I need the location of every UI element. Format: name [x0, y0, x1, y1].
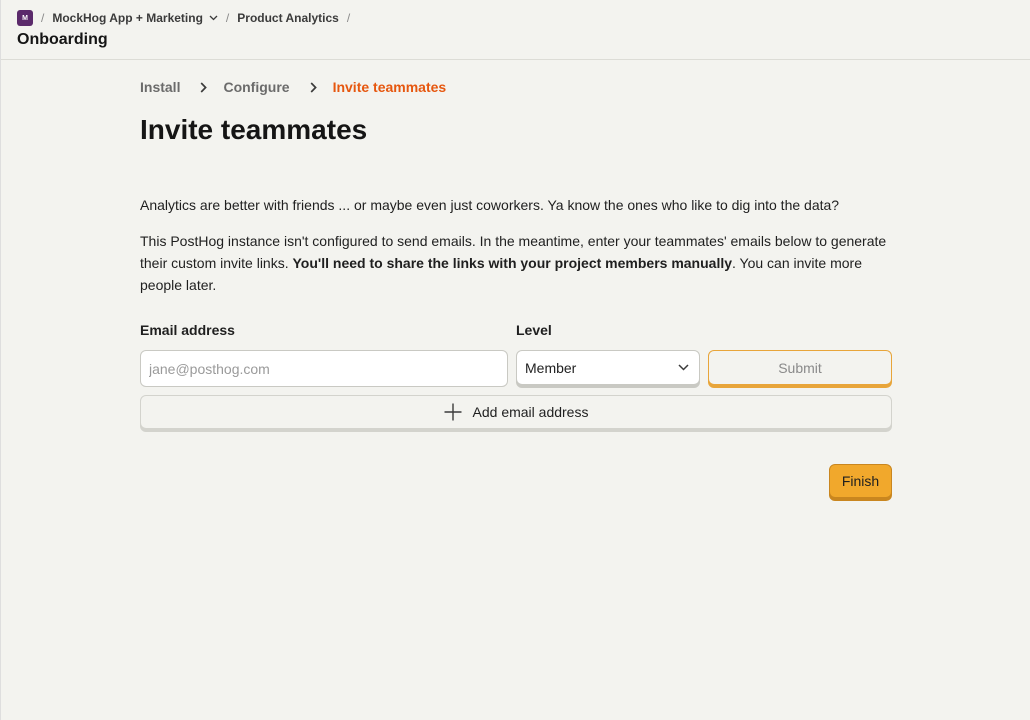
chevron-down-icon[interactable]: [209, 15, 218, 21]
email-label: Email address: [140, 322, 235, 338]
finish-button[interactable]: Finish: [829, 464, 892, 498]
level-value: Member: [525, 359, 577, 376]
breadcrumb-separator: /: [41, 11, 45, 25]
breadcrumb-separator: /: [225, 11, 230, 25]
step-configure[interactable]: Configure: [223, 79, 289, 95]
breadcrumb: M / MockHog App + Marketing / Product An…: [17, 10, 358, 26]
breadcrumb-section[interactable]: Product Analytics: [237, 11, 339, 25]
onboarding-steps: Install Configure Invite teammates: [140, 78, 446, 96]
org-avatar[interactable]: M: [17, 10, 33, 26]
submit-button[interactable]: Submit: [708, 350, 892, 385]
step-invite-teammates[interactable]: Invite teammates: [333, 79, 447, 95]
intro-text: Analytics are better with friends ... or…: [140, 197, 840, 213]
page-title: Onboarding: [17, 31, 108, 48]
breadcrumb-project-label[interactable]: MockHog App + Marketing: [52, 11, 203, 25]
breadcrumb-separator: /: [346, 11, 351, 25]
email-notice-bold: You'll need to share the links with your…: [292, 255, 733, 271]
level-select[interactable]: Member: [516, 350, 700, 385]
email-input[interactable]: [140, 350, 508, 387]
step-install[interactable]: Install: [140, 79, 180, 95]
section-heading: Invite teammates: [140, 114, 368, 145]
top-bar: M / MockHog App + Marketing / Product An…: [1, 0, 1030, 60]
email-notice: This PostHog instance isn't configured t…: [140, 230, 900, 296]
level-label: Level: [516, 322, 552, 338]
chevron-right-icon: [200, 81, 208, 93]
plus-icon: [444, 403, 462, 421]
add-email-button[interactable]: Add email address: [140, 395, 892, 429]
chevron-down-icon: [678, 364, 689, 371]
chevron-right-icon: [310, 81, 317, 93]
add-email-label: Add email address: [472, 404, 589, 420]
breadcrumb-project[interactable]: MockHog App + Marketing: [52, 11, 218, 25]
